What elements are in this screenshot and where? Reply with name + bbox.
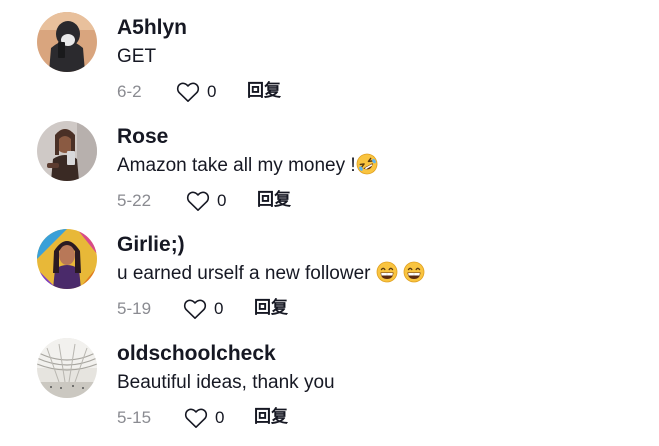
comment-text: Amazon take all my money ! [117, 153, 378, 179]
comment-text-content: Beautiful ideas, thank you [117, 372, 335, 393]
heart-icon [186, 191, 210, 211]
avatar[interactable] [37, 229, 97, 289]
comment-text: Beautiful ideas, thank you [117, 370, 335, 396]
mirror-selfie-avatar-icon [37, 121, 97, 181]
heart-icon [184, 408, 208, 428]
comment-item: Girlie;) u earned urself a new follower … [0, 229, 659, 337]
colorful-portrait-avatar-icon [37, 229, 97, 289]
like-button[interactable]: 0 [184, 406, 224, 430]
heart-icon [183, 299, 207, 319]
avatar[interactable] [37, 12, 97, 72]
comment-username[interactable]: Rose [117, 124, 168, 150]
like-button[interactable]: 0 [183, 297, 223, 321]
avatar[interactable] [37, 338, 97, 398]
comment-date: 6-2 [117, 82, 142, 101]
comment-text: u earned urself a new follower [117, 261, 425, 287]
like-count: 0 [215, 408, 225, 427]
comment-item: Rose Amazon take all my money ! 5-22 0 回… [0, 121, 659, 229]
comment-text: GET [117, 44, 156, 70]
comment-date: 5-22 [117, 191, 152, 210]
comment-text-content: u earned urself a new follower [117, 263, 376, 284]
comment-meta: 6-2 0 回复 [117, 80, 417, 104]
rolling-on-floor-laughing-emoji-icon [356, 153, 378, 175]
comment-item: A5hlyn GET 6-2 0 回复 [0, 12, 659, 120]
like-count: 0 [217, 191, 227, 210]
avatar[interactable] [37, 121, 97, 181]
masked-person-avatar-icon [37, 12, 97, 72]
comment-username[interactable]: oldschoolcheck [117, 341, 276, 367]
comment-text-content: Amazon take all my money ! [117, 155, 356, 176]
like-button[interactable]: 0 [176, 80, 216, 104]
grinning-face-emoji-icon [403, 261, 425, 283]
comment-text-content: GET [117, 46, 157, 67]
comment-item: oldschoolcheck Beautiful ideas, thank yo… [0, 338, 659, 446]
reply-button[interactable]: 回复 [247, 81, 281, 101]
comment-meta: 5-22 0 回复 [117, 189, 417, 213]
comment-username[interactable]: A5hlyn [117, 15, 187, 41]
comment-meta: 5-15 0 回复 [117, 406, 417, 430]
reply-button[interactable]: 回复 [257, 190, 291, 210]
comment-meta: 5-19 0 回复 [117, 297, 417, 321]
heart-icon [176, 82, 200, 102]
like-button[interactable]: 0 [186, 189, 226, 213]
architecture-photo-avatar-icon [37, 338, 97, 398]
comment-date: 5-19 [117, 299, 152, 318]
reply-button[interactable]: 回复 [254, 298, 288, 318]
like-count: 0 [207, 82, 217, 101]
like-count: 0 [214, 299, 224, 318]
comment-username[interactable]: Girlie;) [117, 232, 185, 258]
reply-button[interactable]: 回复 [254, 407, 288, 427]
grinning-face-emoji-icon [376, 261, 398, 283]
comment-date: 5-15 [117, 408, 152, 427]
